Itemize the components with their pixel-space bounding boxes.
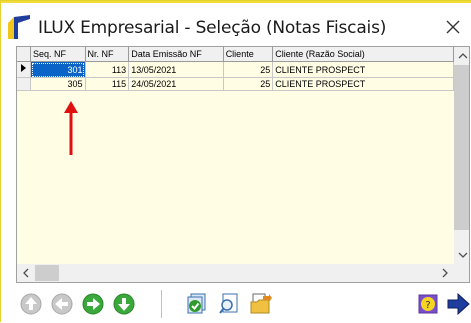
- cell-cliente[interactable]: 25: [223, 61, 274, 78]
- chevron-up-icon: [458, 53, 467, 59]
- grid-header-row: Seq. NF Nr. NF Data Emissão NF Cliente C…: [17, 47, 454, 62]
- arrow-down-green-icon[interactable]: [112, 292, 136, 316]
- magnifier-page-icon[interactable]: [217, 292, 241, 316]
- vertical-scrollbar[interactable]: [454, 47, 469, 264]
- scroll-up-button[interactable]: [454, 47, 469, 65]
- annotation-arrow-icon: [64, 101, 78, 155]
- window-top-border: [1, 1, 471, 3]
- scroll-left-button[interactable]: [17, 264, 35, 282]
- grid-data-area: Seq. NF Nr. NF Data Emissão NF Cliente C…: [17, 47, 454, 264]
- cell-cliente[interactable]: 25: [223, 77, 274, 91]
- arrow-left-gray-icon[interactable]: [50, 292, 74, 316]
- horizontal-scrollbar[interactable]: [17, 264, 454, 282]
- cell-nr-nf[interactable]: 113: [85, 61, 130, 78]
- table-row[interactable]: 301 113 13/05/2021 25 CLIENTE PROSPECT: [17, 61, 454, 78]
- cell-data-emissao[interactable]: 24/05/2021: [128, 77, 224, 91]
- column-header-razao-social[interactable]: Cliente (Razão Social): [272, 47, 454, 62]
- check-pages-icon[interactable]: [184, 292, 208, 316]
- column-header-cliente[interactable]: Cliente: [223, 47, 274, 62]
- table-row[interactable]: 305 115 24/05/2021 25 CLIENTE PROSPECT: [17, 77, 454, 91]
- row-indicator: [17, 77, 31, 91]
- scrollbar-corner: [454, 264, 469, 282]
- grid-table: Seq. NF Nr. NF Data Emissão NF Cliente C…: [17, 47, 454, 91]
- column-header-data-emissao[interactable]: Data Emissão NF: [128, 47, 224, 62]
- notas-fiscais-grid: Seq. NF Nr. NF Data Emissão NF Cliente C…: [16, 46, 470, 283]
- cell-data-emissao[interactable]: 13/05/2021: [128, 61, 224, 78]
- chevron-left-icon: [23, 268, 29, 278]
- window-title: ILUX Empresarial - Seleção (Notas Fiscai…: [38, 18, 387, 38]
- app-window: ILUX Empresarial - Seleção (Notas Fiscai…: [0, 0, 471, 323]
- exit-arrow-icon[interactable]: [446, 292, 470, 316]
- scroll-down-button[interactable]: [454, 246, 469, 264]
- chevron-right-icon: [442, 268, 448, 278]
- ilux-logo-icon: [8, 15, 30, 39]
- vertical-scroll-thumb[interactable]: [454, 65, 469, 230]
- help-icon[interactable]: ?: [416, 292, 440, 316]
- title-bar: ILUX Empresarial - Seleção (Notas Fiscai…: [1, 5, 471, 45]
- close-icon[interactable]: [441, 15, 465, 39]
- toolbar-separator: [161, 290, 162, 318]
- cell-razao-social[interactable]: CLIENTE PROSPECT: [272, 61, 454, 78]
- chevron-down-icon: [458, 252, 467, 258]
- cell-razao-social[interactable]: CLIENTE PROSPECT: [272, 77, 454, 91]
- horizontal-scroll-thumb[interactable]: [35, 265, 59, 281]
- cell-nr-nf[interactable]: 115: [85, 77, 130, 91]
- folder-arrow-icon[interactable]: [249, 292, 273, 316]
- svg-text:?: ?: [425, 300, 430, 311]
- scroll-right-button[interactable]: [436, 264, 454, 282]
- arrow-right-green-icon[interactable]: [81, 292, 105, 316]
- current-row-indicator-icon: [17, 61, 31, 78]
- cell-seq-nf[interactable]: 305: [30, 77, 86, 91]
- column-header-nr-nf[interactable]: Nr. NF: [85, 47, 130, 62]
- column-header-seq-nf[interactable]: Seq. NF: [30, 47, 86, 62]
- cell-seq-nf[interactable]: 301: [30, 61, 86, 78]
- arrow-up-gray-icon[interactable]: [19, 292, 43, 316]
- row-indicator-header: [17, 47, 31, 62]
- bottom-toolbar: ?: [1, 286, 471, 323]
